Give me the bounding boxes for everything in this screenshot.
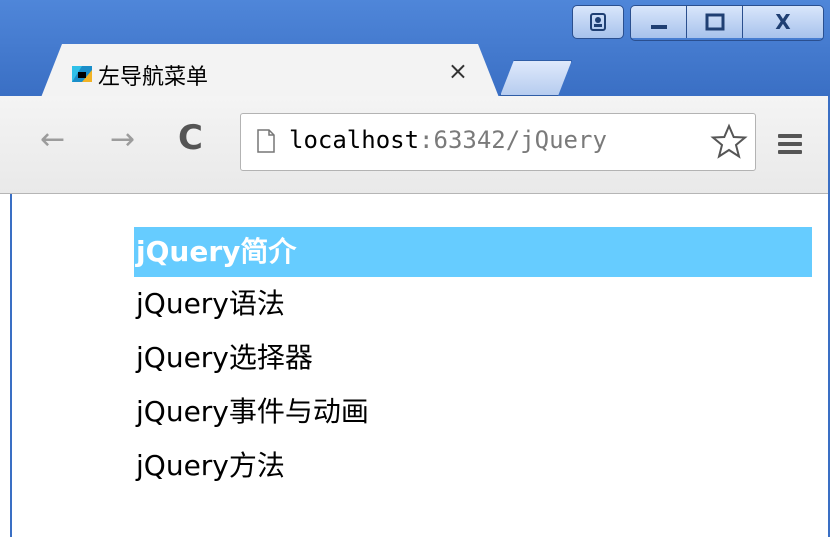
close-window-button[interactable]: X: [743, 6, 823, 38]
user-icon: [590, 13, 606, 31]
browser-tab-active[interactable]: 左导航菜单 ×: [40, 44, 500, 100]
menu-item-jquery-intro[interactable]: jQuery简介: [134, 227, 812, 277]
star-icon: [710, 123, 748, 159]
webstorm-favicon-icon: [72, 64, 92, 84]
left-nav-menu: jQuery简介 jQuery语法 jQuery选择器 jQuery事件与动画 …: [134, 227, 812, 493]
page-icon: [257, 129, 275, 153]
hamburger-line: [778, 150, 802, 154]
minimize-icon: [650, 25, 667, 29]
window-controls: X: [572, 5, 824, 41]
maximize-button[interactable]: [687, 6, 743, 38]
hamburger-line: [778, 142, 802, 146]
tab-title: 左导航菜单: [98, 65, 209, 90]
url-text[interactable]: localhost:63342/jQuery: [289, 126, 607, 154]
page-content: jQuery简介 jQuery语法 jQuery选择器 jQuery事件与动画 …: [10, 194, 830, 537]
tab-close-button[interactable]: ×: [448, 57, 468, 85]
menu-item-jquery-syntax[interactable]: jQuery语法: [134, 277, 812, 331]
browser-window: X 左导航菜单 × ← → C localhost:63342/jQuery j…: [0, 0, 830, 537]
menu-item-jquery-events[interactable]: jQuery事件与动画: [134, 385, 812, 439]
minimize-button[interactable]: [631, 6, 687, 38]
forward-button[interactable]: →: [110, 122, 135, 157]
address-bar[interactable]: localhost:63342/jQuery: [240, 113, 756, 171]
back-button[interactable]: ←: [40, 122, 65, 157]
browser-toolbar: ← → C localhost:63342/jQuery: [0, 96, 830, 194]
menu-item-jquery-selectors[interactable]: jQuery选择器: [134, 331, 812, 385]
bookmark-star-button[interactable]: [709, 122, 749, 162]
new-tab-button[interactable]: [500, 60, 572, 96]
user-profile-button[interactable]: [572, 5, 624, 39]
close-icon: X: [775, 10, 791, 34]
window-button-group: X: [630, 5, 824, 41]
chrome-menu-button[interactable]: [778, 134, 802, 156]
reload-button[interactable]: C: [178, 118, 203, 158]
menu-item-jquery-methods[interactable]: jQuery方法: [134, 439, 812, 493]
hamburger-line: [778, 134, 802, 138]
maximize-icon: [705, 13, 724, 31]
title-bar: X 左导航菜单 ×: [0, 0, 830, 96]
